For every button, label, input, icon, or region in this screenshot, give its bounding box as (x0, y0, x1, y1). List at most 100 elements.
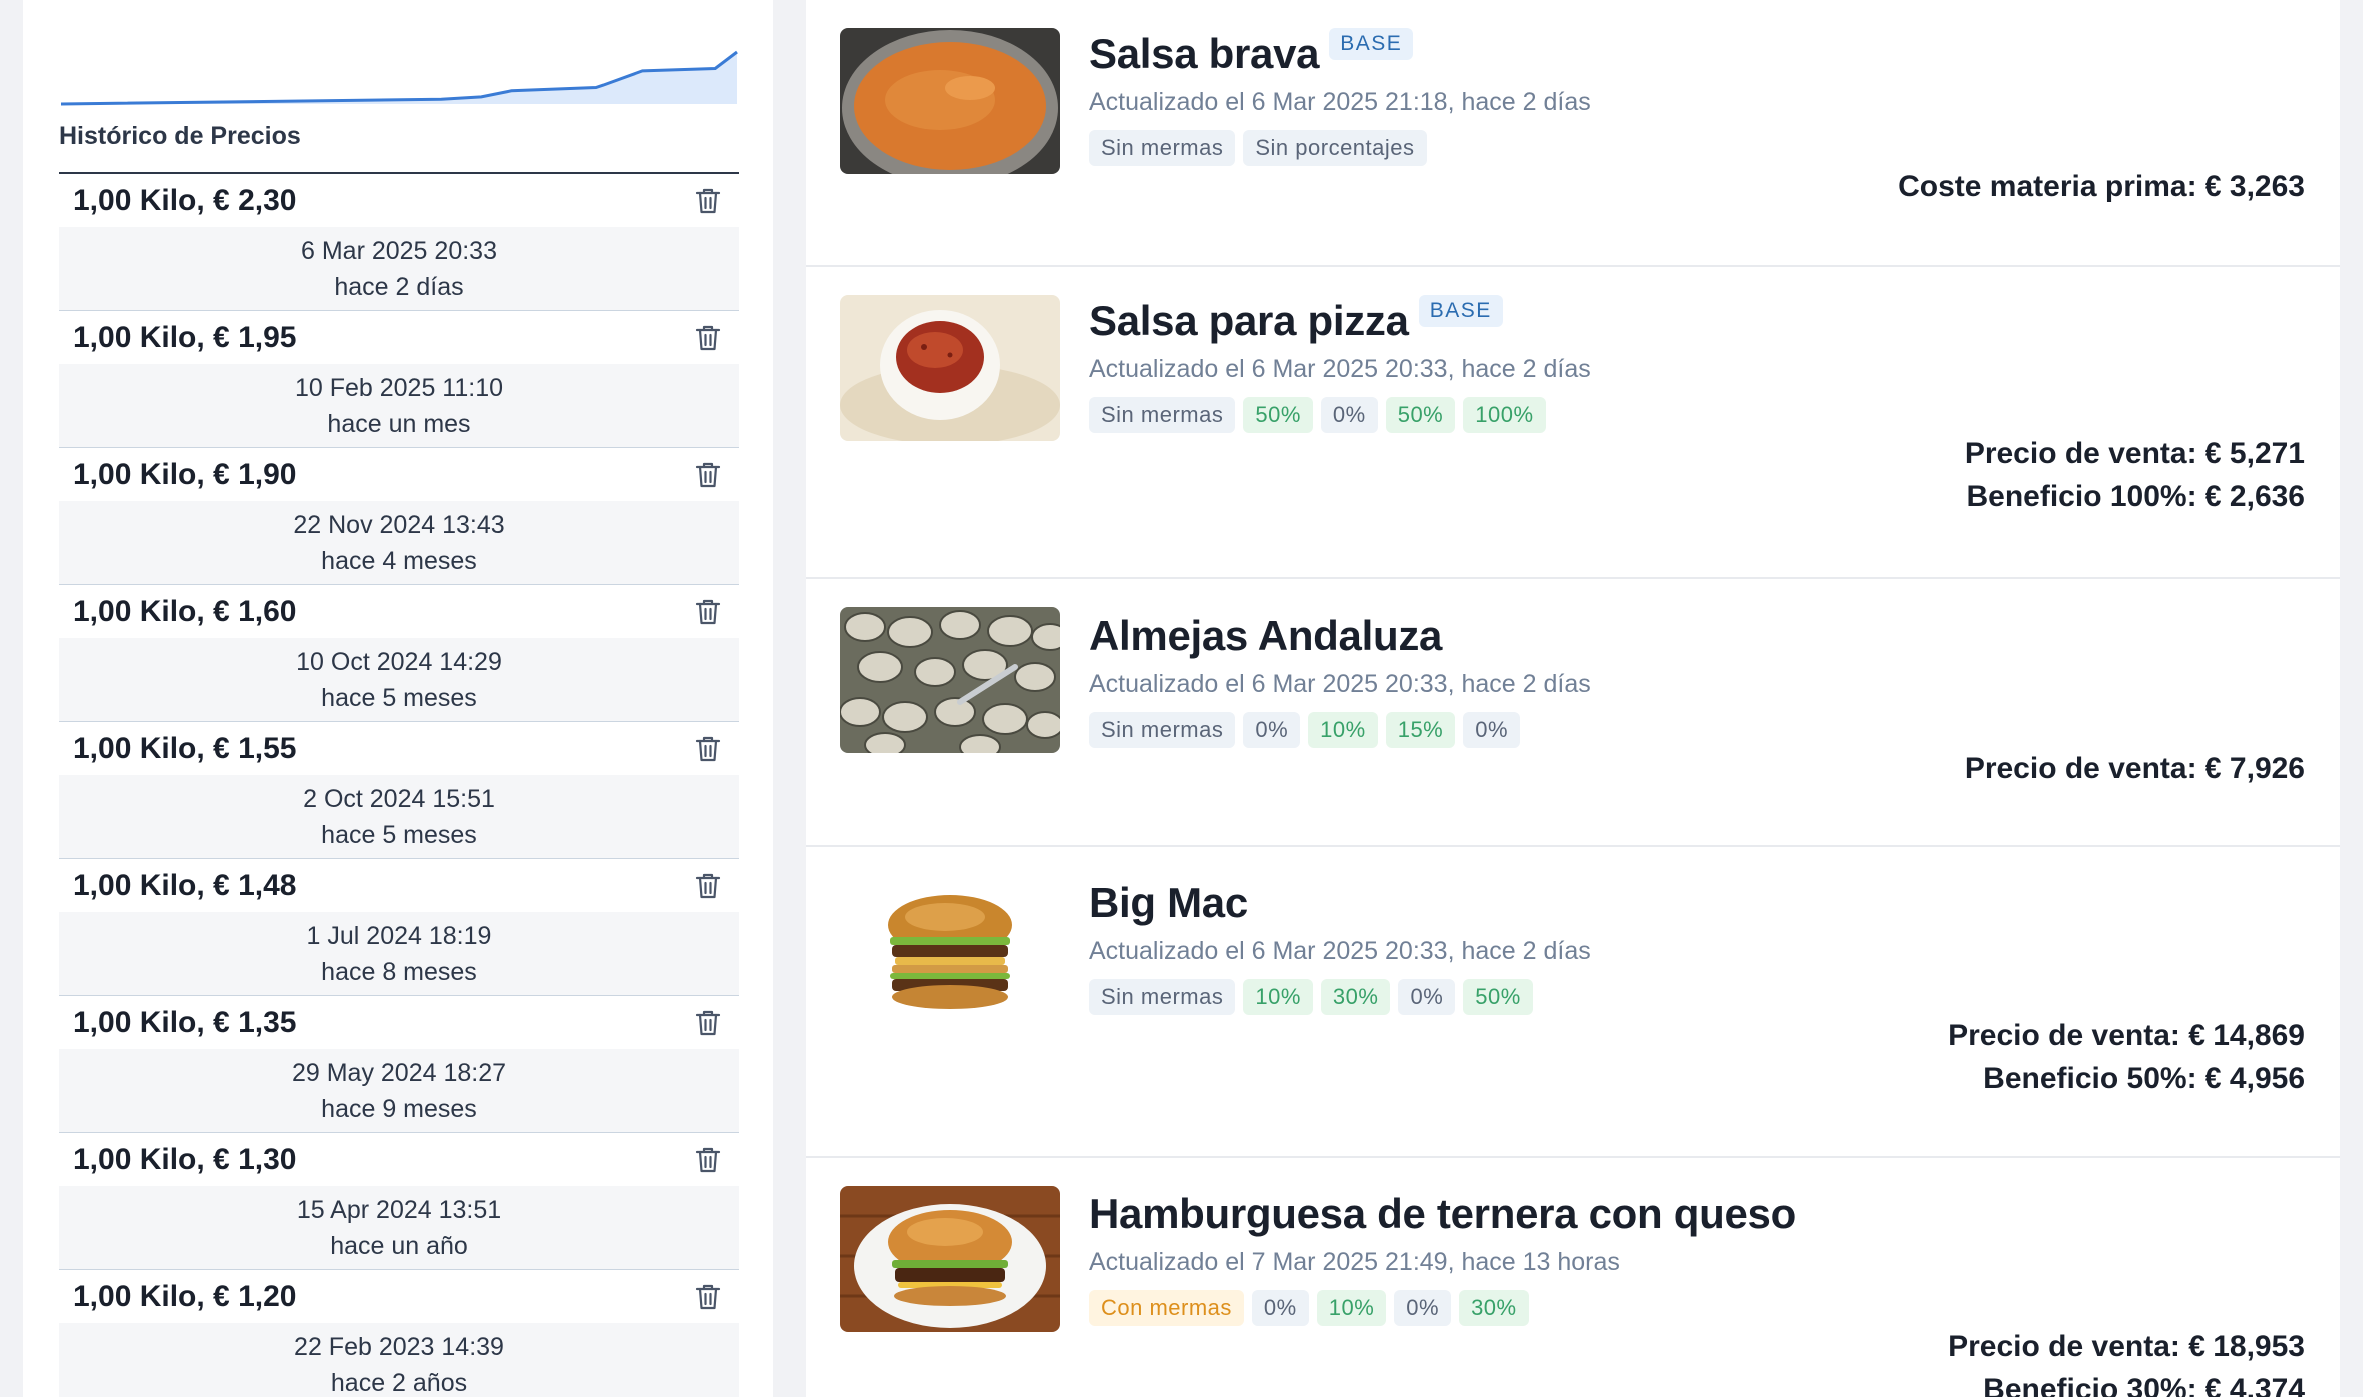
history-item-body: 1 Jul 2024 18:19 hace 8 meses (59, 912, 739, 995)
trash-icon[interactable] (691, 1280, 725, 1314)
base-badge: BASE (1418, 295, 1503, 327)
history-date: 1 Jul 2024 18:19 (306, 921, 492, 950)
recipe-amount: Precio de venta: € 14,869 (1948, 1019, 2305, 1052)
history-item: 1,00 Kilo, € 1,55 2 Oct 2024 15:51 hace 5 … (59, 722, 739, 859)
recipe-title-row: Almejas Andaluza (1089, 612, 1442, 660)
recipe-tag: 50% (1463, 979, 1533, 1015)
recipe-name[interactable]: Big Mac (1089, 879, 1248, 927)
history-relative-time: hace un mes (327, 409, 471, 438)
trash-icon[interactable] (691, 184, 725, 218)
history-date: 10 Feb 2025 11:10 (294, 373, 504, 402)
recipe-tag: 10% (1243, 979, 1313, 1015)
history-price: 1,00 Kilo, € 1,30 (73, 1142, 297, 1176)
price-area-chart (60, 50, 738, 106)
history-date: 22 Feb 2023 14:39 (294, 1332, 504, 1361)
trash-icon[interactable] (691, 732, 725, 766)
recipe-amounts: Precio de venta: € 18,953 Beneficio 30%: … (1948, 1325, 2305, 1397)
trash-icon[interactable] (691, 595, 725, 629)
recipe-updated: Actualizado el 6 Mar 2025 20:33, hace 2 … (1089, 937, 1591, 965)
recipe-tag: 0% (1243, 712, 1301, 748)
trash-icon[interactable] (691, 321, 725, 355)
history-item: 1,00 Kilo, € 2,30 6 Mar 2025 20:33 hace 2 … (59, 174, 739, 311)
history-item: 1,00 Kilo, € 1,30 15 Apr 2024 13:51 hace u… (59, 1133, 739, 1270)
recipe-tag: 0% (1398, 979, 1456, 1015)
recipe-tag: Sin mermas (1089, 712, 1236, 748)
recipe-updated: Actualizado el 6 Mar 2025 20:33, hace 2 … (1089, 670, 1591, 698)
history-price: 1,00 Kilo, € 1,48 (73, 868, 297, 902)
base-badge: BASE (1329, 28, 1414, 60)
recipe-updated: Actualizado el 6 Mar 2025 21:18, hace 2 … (1089, 88, 1591, 116)
recipe-card[interactable]: Hamburguesa de ternera con queso Actualiz… (806, 1158, 2340, 1397)
recipe-amounts: Precio de venta: € 5,271 Beneficio 100%: … (1965, 432, 2305, 518)
history-item-header: 1,00 Kilo, € 1,30 (59, 1133, 739, 1186)
recipe-tag: 10% (1308, 712, 1378, 748)
recipe-tag: 30% (1459, 1290, 1529, 1326)
recipe-card[interactable]: Salsa para pizza BASE Actualizado el 6 Mar… (806, 267, 2340, 579)
history-relative-time: hace 5 meses (321, 683, 477, 712)
recipe-card[interactable]: Salsa brava BASE Actualizado el 6 Mar 2025… (806, 0, 2340, 267)
history-item-body: 29 May 2024 18:27 hace 9 meses (59, 1049, 739, 1132)
recipe-name[interactable]: Salsa brava (1089, 30, 1320, 78)
history-date: 10 Oct 2024 14:29 (296, 647, 502, 676)
history-item: 1,00 Kilo, € 1,60 10 Oct 2024 14:29 hace 5… (59, 585, 739, 722)
recipe-tags: Sin mermas 10% 30% 0% 50% (1089, 979, 1533, 1015)
history-relative-time: hace un año (330, 1231, 468, 1260)
recipe-tag: 0% (1394, 1290, 1452, 1326)
recipe-tags: Con mermas 0% 10% 0% 30% (1089, 1290, 1529, 1326)
recipe-amount: Beneficio 100%: € 2,636 (1966, 480, 2305, 513)
history-price: 1,00 Kilo, € 1,60 (73, 594, 297, 628)
history-price: 1,00 Kilo, € 1,95 (73, 320, 297, 354)
history-item: 1,00 Kilo, € 1,90 22 Nov 2024 13:43 hace 4… (59, 448, 739, 585)
recipe-tag: Sin mermas (1089, 979, 1236, 1015)
salsa-pizza-image[interactable] (840, 295, 1060, 441)
recipe-amount: Beneficio 50%: € 4,956 (1983, 1062, 2305, 1095)
history-item: 1,00 Kilo, € 1,95 10 Feb 2025 11:10 hace u… (59, 311, 739, 448)
history-list: 1,00 Kilo, € 2,30 6 Mar 2025 20:33 hace 2 … (59, 172, 739, 1397)
recipe-tag: 30% (1320, 979, 1391, 1015)
recipe-tag: Sin mermas (1089, 130, 1236, 166)
recipe-tag: 15% (1385, 712, 1456, 748)
recipe-name[interactable]: Salsa para pizza (1089, 297, 1409, 345)
history-relative-time: hace 9 meses (321, 1094, 477, 1123)
history-price: 1,00 Kilo, € 2,30 (73, 183, 297, 217)
recipe-amount: Precio de venta: € 18,953 (1948, 1330, 2305, 1363)
recipe-name[interactable]: Almejas Andaluza (1089, 612, 1442, 660)
trash-icon[interactable] (691, 1143, 725, 1177)
recipe-title-row: Salsa brava BASE (1089, 28, 1414, 78)
history-item-header: 1,00 Kilo, € 1,90 (59, 448, 739, 501)
history-price: 1,00 Kilo, € 1,55 (73, 731, 297, 765)
recipe-amount: Precio de venta: € 5,271 (1964, 437, 2305, 470)
recipe-card[interactable]: Big Mac Actualizado el 6 Mar 2025 20:33, … (806, 847, 2340, 1158)
recipe-amounts: Precio de venta: € 7,926 (1965, 747, 2305, 790)
recipe-card[interactable]: Almejas Andaluza Actualizado el 6 Mar 202… (806, 579, 2340, 847)
big-mac-image[interactable] (840, 875, 1060, 1021)
trash-icon[interactable] (691, 458, 725, 492)
recipe-amount: Coste materia prima: € 3,263 (1898, 170, 2305, 203)
hamburguesa-image[interactable] (840, 1186, 1060, 1332)
recipe-tags: Sin mermas 50% 0% 50% 100% (1089, 397, 1546, 433)
history-date: 29 May 2024 18:27 (291, 1058, 507, 1087)
salsa-brava-image[interactable] (840, 28, 1060, 174)
recipe-tag: Con mermas (1089, 1290, 1244, 1326)
recipe-amount: Beneficio 30%: € 4,374 (1983, 1373, 2305, 1397)
history-item-body: 10 Oct 2024 14:29 hace 5 meses (59, 638, 739, 721)
trash-icon[interactable] (691, 869, 725, 903)
history-item-header: 1,00 Kilo, € 1,48 (59, 859, 739, 912)
history-item-body: 15 Apr 2024 13:51 hace un año (59, 1186, 739, 1269)
recipe-tag: 50% (1385, 397, 1456, 433)
history-relative-time: hace 8 meses (321, 957, 477, 986)
recipe-tag: 50% (1243, 397, 1313, 433)
recipe-title-row: Salsa para pizza BASE (1089, 295, 1503, 345)
recipe-amounts: Precio de venta: € 14,869 Beneficio 50%: … (1948, 1014, 2305, 1100)
recipe-tag: 10% (1316, 1290, 1387, 1326)
history-item-header: 1,00 Kilo, € 1,60 (59, 585, 739, 638)
almejas-image[interactable] (840, 607, 1060, 753)
recipe-tag: 0% (1251, 1290, 1309, 1326)
history-item-header: 1,00 Kilo, € 1,20 (59, 1270, 739, 1323)
trash-icon[interactable] (691, 1006, 725, 1040)
history-price: 1,00 Kilo, € 1,20 (73, 1279, 297, 1313)
history-price: 1,00 Kilo, € 1,35 (73, 1005, 297, 1039)
recipe-updated: Actualizado el 6 Mar 2025 20:33, hace 2 … (1089, 355, 1591, 383)
history-item: 1,00 Kilo, € 1,48 1 Jul 2024 18:19 hace 8 … (59, 859, 739, 996)
recipe-name[interactable]: Hamburguesa de ternera con queso (1089, 1190, 1796, 1238)
